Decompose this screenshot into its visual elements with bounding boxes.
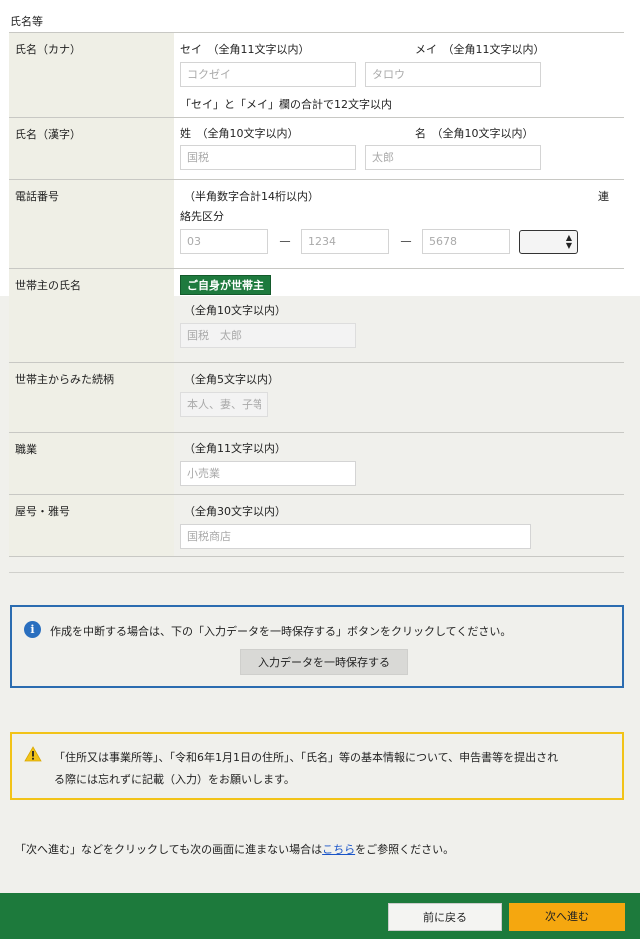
row-occupation: 職業 （全角11文字以内） bbox=[9, 432, 624, 494]
kanji-sei-label: 姓 （全角10文字以内） bbox=[180, 127, 299, 140]
contact-type-label-part1: 連 bbox=[598, 190, 609, 203]
next-button[interactable]: 次へ進む bbox=[509, 903, 625, 931]
kana-sei-input[interactable] bbox=[180, 62, 356, 87]
kana-sei-label: セイ （全角11文字以内） bbox=[180, 43, 310, 56]
phone-hint: （半角数字合計14桁以内） bbox=[184, 190, 319, 203]
row-relationship-label: 世帯主からみた続柄 bbox=[9, 363, 174, 432]
kanji-sei-input[interactable] bbox=[180, 145, 356, 170]
row-trade-name-label: 屋号・雅号 bbox=[9, 495, 174, 556]
occupation-input[interactable] bbox=[180, 461, 356, 486]
relationship-hint: （全角5文字以内） bbox=[184, 373, 279, 386]
relationship-input[interactable] bbox=[180, 392, 268, 417]
phone-area-code-input[interactable] bbox=[180, 229, 268, 254]
info-box: i 作成を中断する場合は、下の「入力データを一時保存する」ボタンをクリックしてく… bbox=[10, 605, 624, 688]
occupation-hint: （全角11文字以内） bbox=[184, 442, 286, 455]
warning-text: 「住所又は事業所等」、「令和6年1月1日の住所」、「氏名」等の基本情報について、… bbox=[54, 747, 558, 791]
contact-type-select[interactable]: ▲ ▼ bbox=[519, 230, 578, 254]
row-kanji-label: 氏名（漢字） bbox=[9, 118, 174, 179]
row-relationship-body: （全角5文字以内） bbox=[174, 363, 624, 432]
footer-bar: 前に戻る 次へ進む bbox=[0, 893, 640, 939]
row-phone-label: 電話番号 bbox=[9, 180, 174, 268]
row-phone-body: （半角数字合計14桁以内） 連 絡先区分 － － ▲▼ bbox=[174, 180, 624, 268]
row-trade-name: 屋号・雅号 （全角30文字以内） bbox=[9, 494, 624, 557]
warning-icon bbox=[24, 746, 42, 762]
kanji-mei-label: 名 （全角10文字以内） bbox=[415, 127, 534, 140]
note-before: 「次へ進む」などをクリックしても次の画面に進まない場合は bbox=[15, 843, 323, 856]
phone-dash-2: － bbox=[399, 235, 413, 251]
note-after: をご参照ください。 bbox=[355, 843, 455, 856]
row-phone: 電話番号 （半角数字合計14桁以内） 連 絡先区分 － － ▲▼ bbox=[9, 179, 624, 268]
troubleshoot-note: 「次へ進む」などをクリックしても次の画面に進まない場合はこちらをご参照ください。 bbox=[15, 841, 454, 857]
warning-text-line-2: る際には忘れずに記載（入力）をお願いします。 bbox=[54, 773, 295, 786]
row-householder-name-body: ご自身が世帯主 （全角10文字以内） bbox=[174, 269, 624, 362]
row-kanji-body: 姓 （全角10文字以内） 名 （全角10文字以内） bbox=[174, 118, 624, 179]
householder-name-hint: （全角10文字以内） bbox=[184, 304, 286, 317]
row-occupation-body: （全角11文字以内） bbox=[174, 433, 624, 494]
save-draft-button[interactable]: 入力データを一時保存する bbox=[240, 649, 408, 675]
row-kana-label: 氏名（カナ） bbox=[9, 33, 174, 117]
select-arrows-icon: ▲ ▼ bbox=[565, 233, 572, 250]
kanji-mei-input[interactable] bbox=[365, 145, 541, 170]
trade-name-input[interactable] bbox=[180, 524, 531, 549]
help-link[interactable]: こちら bbox=[322, 843, 355, 856]
row-relationship: 世帯主からみた続柄 （全角5文字以内） bbox=[9, 362, 624, 432]
trade-name-hint: （全角30文字以内） bbox=[184, 505, 286, 518]
row-householder-name-label: 世帯主の氏名 bbox=[9, 269, 174, 362]
section-title: 氏名等 bbox=[10, 15, 43, 28]
row-kana-body: セイ （全角11文字以内） メイ （全角11文字以内） 「セイ」と「メイ」欄の合… bbox=[174, 33, 624, 117]
kana-mei-input[interactable] bbox=[365, 62, 541, 87]
phone-number-input[interactable] bbox=[422, 229, 510, 254]
warning-box: 「住所又は事業所等」、「令和6年1月1日の住所」、「氏名」等の基本情報について、… bbox=[10, 732, 624, 800]
phone-dash-1: － bbox=[278, 235, 292, 251]
row-kana: 氏名（カナ） セイ （全角11文字以内） メイ （全角11文字以内） 「セイ」と… bbox=[9, 32, 624, 117]
phone-exchange-input[interactable] bbox=[301, 229, 389, 254]
back-button[interactable]: 前に戻る bbox=[388, 903, 502, 931]
info-icon: i bbox=[24, 621, 41, 638]
householder-name-input[interactable] bbox=[180, 323, 356, 348]
kana-length-note: 「セイ」と「メイ」欄の合計で12文字以内 bbox=[180, 98, 392, 111]
row-kanji: 氏名（漢字） 姓 （全角10文字以内） 名 （全角10文字以内） bbox=[9, 117, 624, 179]
warning-text-line-1: 「住所又は事業所等」、「令和6年1月1日の住所」、「氏名」等の基本情報について、… bbox=[54, 751, 559, 764]
row-householder-name: 世帯主の氏名 ご自身が世帯主 （全角10文字以内） bbox=[9, 268, 624, 362]
kana-mei-label: メイ （全角11文字以内） bbox=[415, 43, 545, 56]
info-text: 作成を中断する場合は、下の「入力データを一時保存する」ボタンをクリックしてくださ… bbox=[50, 625, 512, 638]
self-householder-button[interactable]: ご自身が世帯主 bbox=[180, 275, 271, 295]
contact-type-label-part2: 絡先区分 bbox=[180, 210, 224, 223]
row-trade-name-body: （全角30文字以内） bbox=[174, 495, 624, 556]
section-divider bbox=[9, 572, 624, 573]
row-occupation-label: 職業 bbox=[9, 433, 174, 494]
